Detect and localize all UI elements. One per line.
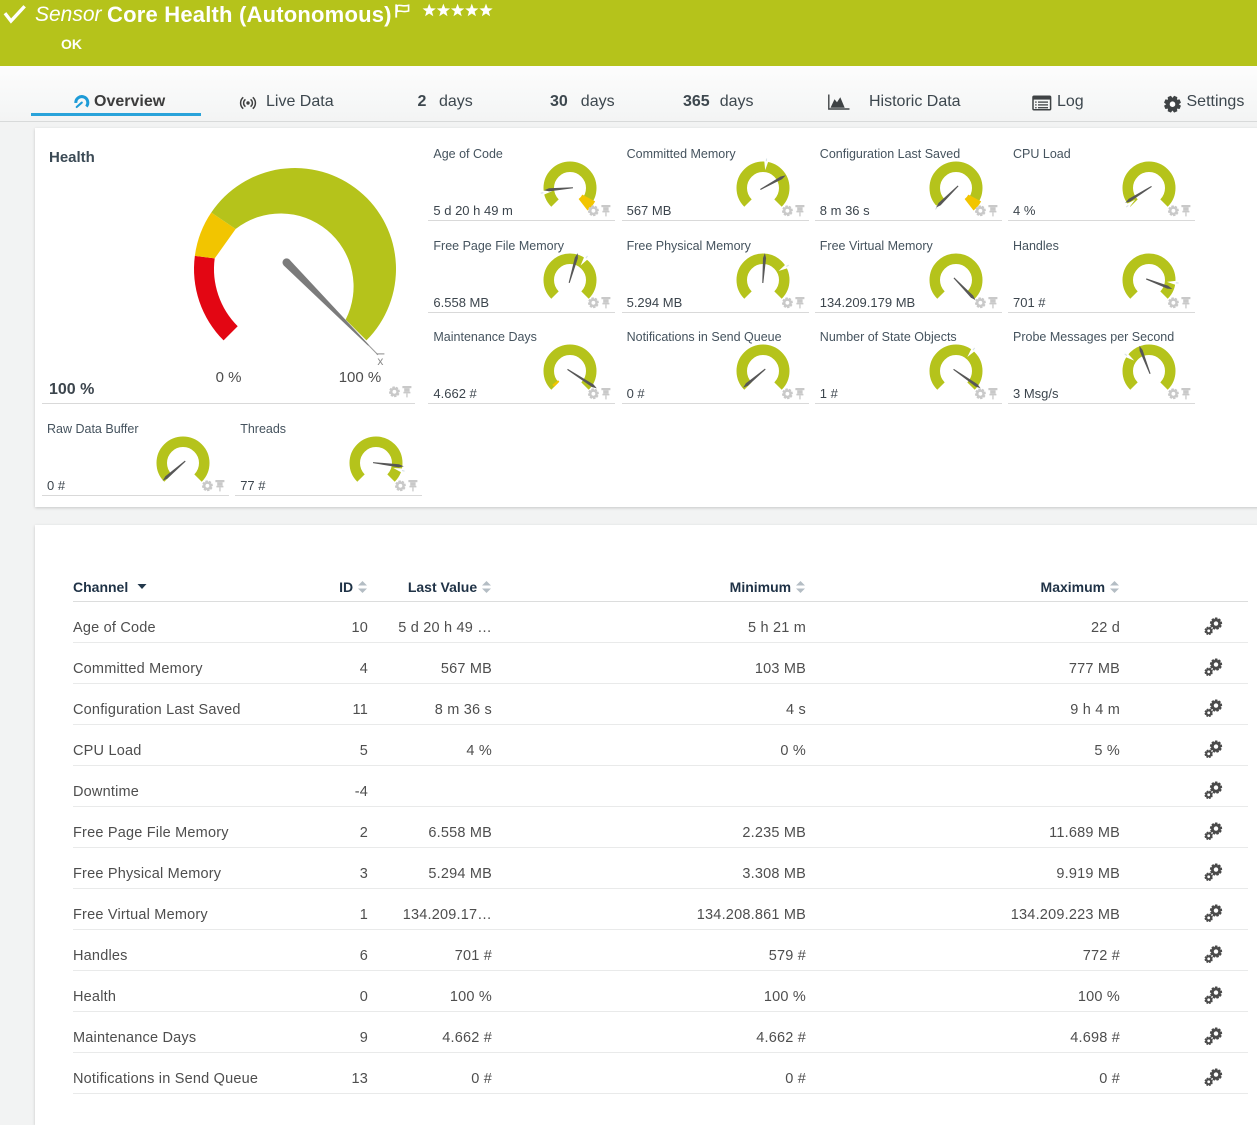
svg-text:x: x [377,353,383,367]
